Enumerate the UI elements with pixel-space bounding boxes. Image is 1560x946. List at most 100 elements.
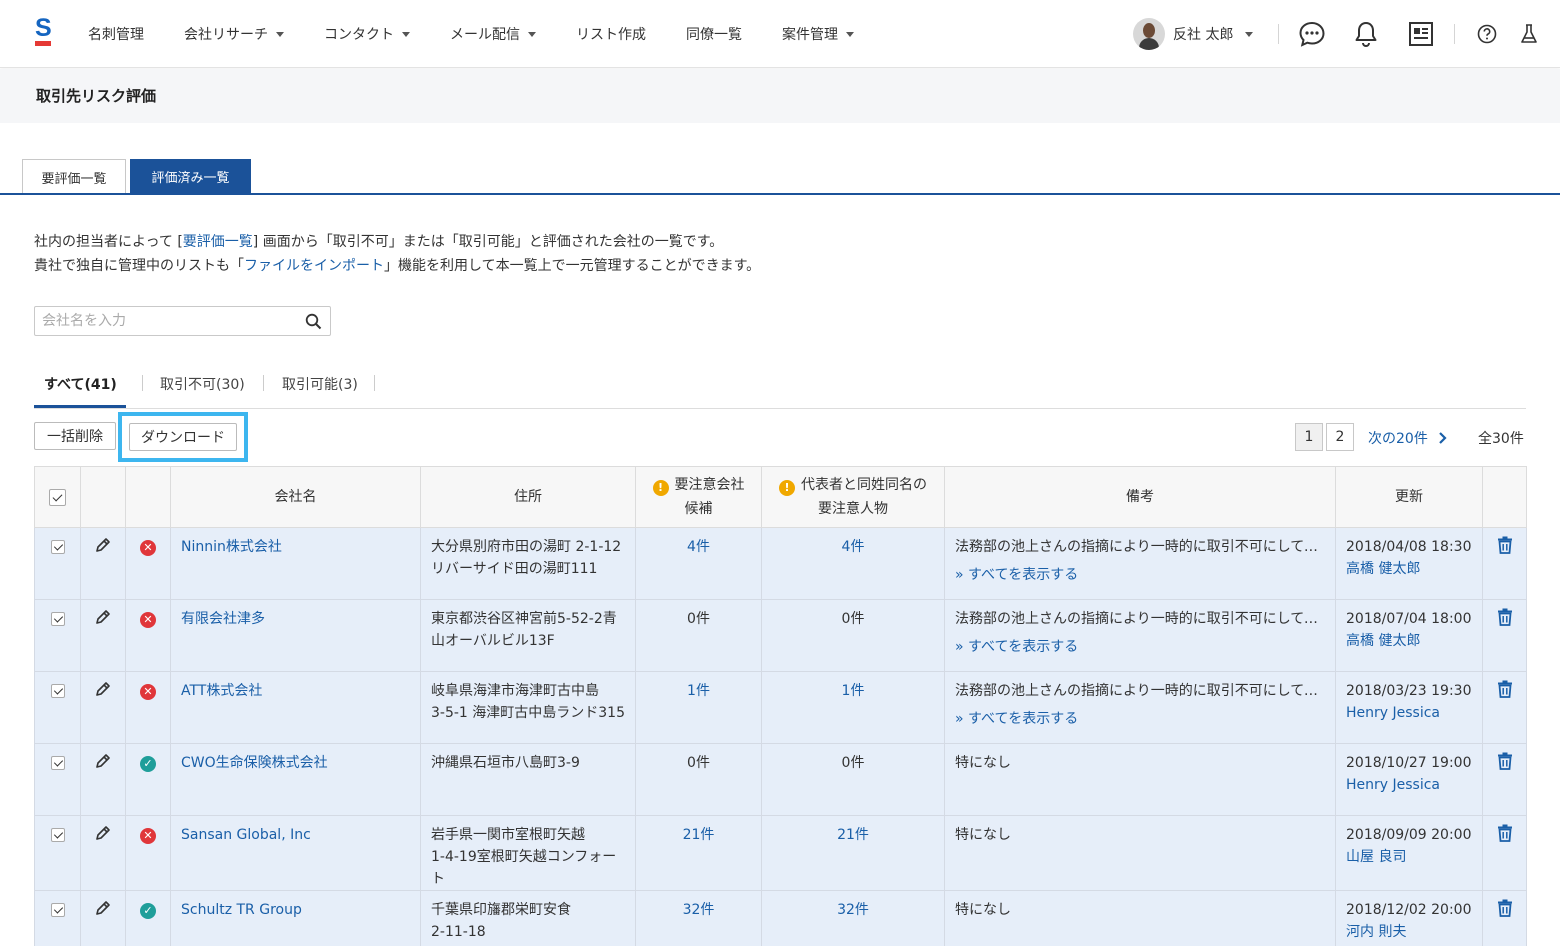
chevron-down-icon	[528, 31, 536, 37]
updated-date: 2018/09/09 20:00	[1346, 827, 1472, 843]
show-all-link[interactable]: » すべてを表示する	[955, 708, 1329, 730]
caution-company-count[interactable]: 1件	[687, 683, 710, 699]
updated-user-link[interactable]: 高橋 健太郎	[1346, 561, 1420, 577]
edit-button[interactable]	[94, 826, 112, 846]
page-2-button[interactable]: 2	[1326, 423, 1354, 451]
user-menu[interactable]: 反社 太郎	[1133, 18, 1254, 50]
note-text: 法務部の池上さんの指摘により一時的に取引不可にしてお…	[955, 683, 1329, 699]
edit-button[interactable]	[94, 901, 112, 921]
tab-evaluated[interactable]: 評価済み一覧	[130, 159, 251, 194]
delete-row-button[interactable]	[1497, 899, 1513, 921]
edit-button[interactable]	[94, 538, 112, 558]
table-header-row: 会社名 住所 ! 要注意会社 候補 ! 代表者と同姓同名の 要注意人物 備考 更新	[34, 466, 1527, 528]
updated-user-link[interactable]: 河内 則夫	[1346, 924, 1406, 940]
row-checkbox[interactable]	[50, 828, 65, 842]
evaluated-companies-table: 会社名 住所 ! 要注意会社 候補 ! 代表者と同姓同名の 要注意人物 備考 更新 ✕ N…	[34, 466, 1527, 946]
edit-button[interactable]	[94, 682, 112, 702]
updated-date: 2018/12/02 20:00	[1346, 902, 1472, 918]
edit-button[interactable]	[94, 610, 112, 630]
note-text: 法務部の池上さんの指摘により一時的に取引不可にしてお…	[955, 539, 1329, 555]
delete-row-button[interactable]	[1497, 608, 1513, 630]
nav-item[interactable]: 会社リサーチ	[184, 24, 284, 44]
note-text: 法務部の池上さんの指摘により一時的に取引不可にしてお…	[955, 611, 1329, 627]
main-nav: 名刺管理 会社リサーチ コンタクト メール配信 リスト作成 同僚一覧 案件管理	[88, 0, 894, 68]
table-row: ✓ CWO生命保険株式会社 沖縄県石垣市八島町3-9 0件 0件 特になし 2018/10/…	[34, 743, 1527, 816]
page-1-button[interactable]: 1	[1295, 423, 1323, 451]
tab-pending-evaluation[interactable]: 要評価一覧	[22, 159, 126, 194]
company-name-link[interactable]: Ninnin株式会社	[181, 539, 282, 555]
help-icon[interactable]	[1476, 23, 1498, 49]
chat-icon[interactable]	[1298, 20, 1326, 52]
updated-user-link[interactable]: 山屋 良司	[1346, 849, 1406, 865]
updated-user-link[interactable]: 高橋 健太郎	[1346, 633, 1420, 649]
delete-row-button[interactable]	[1497, 536, 1513, 558]
nav-item[interactable]: 名刺管理	[88, 24, 144, 44]
sansan-logo[interactable]: S	[33, 14, 55, 48]
address-cell: 千葉県印旛郡栄町安食 2-11-18	[420, 890, 636, 946]
flask-icon[interactable]	[1519, 23, 1539, 49]
select-all-checkbox[interactable]	[49, 488, 66, 506]
warning-icon: !	[652, 480, 669, 496]
company-name-link[interactable]: 有限会社津多	[181, 611, 265, 627]
show-all-link[interactable]: » すべてを表示する	[955, 636, 1329, 658]
delete-row-button[interactable]	[1497, 752, 1513, 774]
updated-date: 2018/04/08 18:30	[1346, 539, 1472, 555]
chevron-right-icon	[1439, 432, 1447, 444]
header-address: 住所	[420, 466, 636, 528]
caution-person-count[interactable]: 1件	[842, 683, 865, 699]
edit-icon	[96, 682, 110, 696]
chevron-down-icon	[402, 31, 410, 37]
caution-person-count[interactable]: 21件	[837, 827, 869, 843]
company-name-link[interactable]: CWO生命保険株式会社	[181, 755, 328, 771]
filter-divider	[263, 375, 264, 391]
company-name-link[interactable]: Sansan Global, Inc	[181, 827, 311, 843]
company-name-link[interactable]: ATT株式会社	[181, 683, 262, 699]
table-row: ✕ Sansan Global, Inc 岩手県一関市室根町矢越 1-4-19室根町矢…	[34, 815, 1527, 891]
page-title: 取引先リスク評価	[36, 87, 157, 105]
caution-company-count[interactable]: 32件	[683, 902, 715, 918]
updated-date: 2018/07/04 18:00	[1346, 611, 1472, 627]
row-checkbox[interactable]	[50, 684, 65, 698]
updated-user-link[interactable]: Henry Jessica	[1346, 777, 1440, 793]
row-checkbox[interactable]	[50, 612, 65, 626]
trash-icon	[1497, 680, 1512, 698]
nav-item[interactable]: リスト作成	[576, 24, 646, 44]
row-checkbox[interactable]	[50, 756, 65, 770]
caution-company-count[interactable]: 21件	[683, 827, 715, 843]
row-checkbox[interactable]	[50, 903, 65, 917]
pending-list-link[interactable]: 要評価一覧	[183, 234, 253, 250]
show-all-link[interactable]: » すべてを表示する	[955, 564, 1329, 586]
nav-item[interactable]: 同僚一覧	[686, 24, 742, 44]
bulk-delete-button[interactable]: 一括削除	[34, 422, 116, 450]
import-file-link[interactable]: ファイルをインポート	[244, 258, 384, 274]
avatar	[1133, 18, 1165, 50]
delete-row-button[interactable]	[1497, 680, 1513, 702]
edit-icon	[96, 538, 110, 552]
company-name-link[interactable]: Schultz TR Group	[181, 902, 302, 918]
company-search-input[interactable]	[42, 311, 292, 331]
caution-person-count: 0件	[841, 755, 865, 771]
download-button[interactable]: ダウンロード	[129, 423, 237, 451]
filter-not-allowed[interactable]: 取引不可(30)	[160, 374, 245, 394]
header-divider	[1278, 24, 1279, 44]
search-icon[interactable]	[305, 313, 322, 334]
note-text: 特になし	[955, 827, 1011, 843]
nav-item[interactable]: 案件管理	[782, 24, 854, 44]
row-checkbox[interactable]	[50, 540, 65, 554]
caution-company-count[interactable]: 4件	[687, 539, 710, 555]
nav-item[interactable]: メール配信	[450, 24, 536, 44]
edit-button[interactable]	[94, 754, 112, 774]
caution-person-count[interactable]: 4件	[842, 539, 865, 555]
next-page-link[interactable]: 次の20件	[1368, 428, 1450, 448]
news-icon[interactable]	[1408, 20, 1434, 52]
caution-person-count[interactable]: 32件	[837, 902, 869, 918]
status-cell: ✓	[125, 890, 171, 946]
delete-row-button[interactable]	[1497, 824, 1513, 846]
filter-all[interactable]: すべて(41)	[44, 374, 117, 394]
x-circle-icon: ✕	[140, 612, 156, 628]
bell-icon[interactable]	[1353, 20, 1379, 52]
filter-allowed[interactable]: 取引可能(3)	[282, 374, 358, 394]
updated-user-link[interactable]: Henry Jessica	[1346, 705, 1440, 721]
address-cell: 岩手県一関市室根町矢越 1-4-19室根町矢越コンフォート	[420, 815, 636, 891]
nav-item[interactable]: コンタクト	[324, 24, 410, 44]
